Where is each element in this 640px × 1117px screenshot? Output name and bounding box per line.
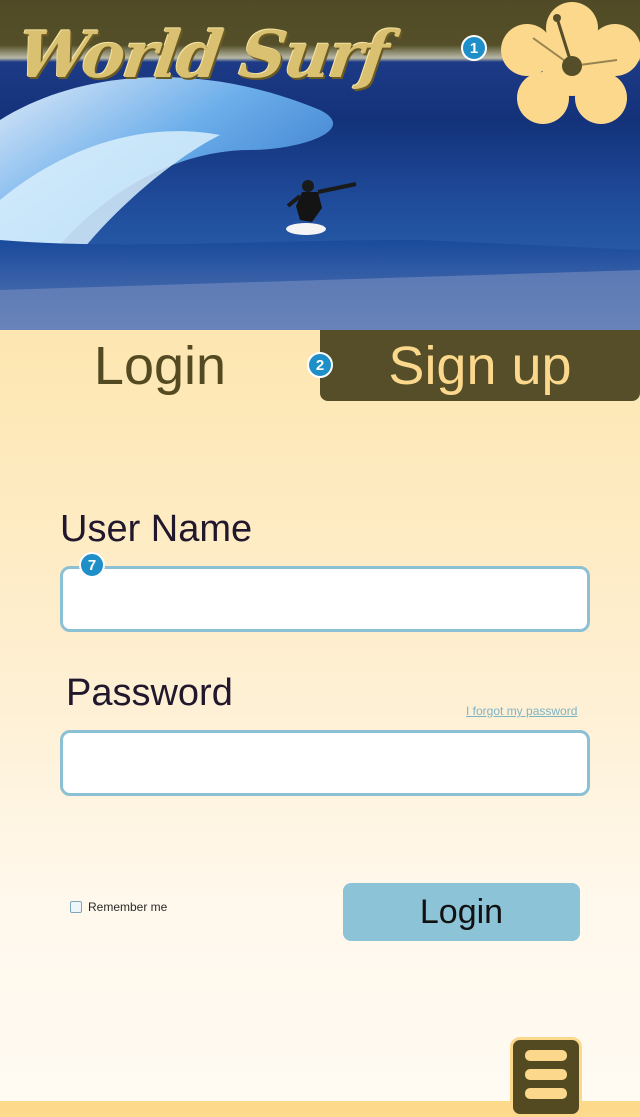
- forgot-password-link[interactable]: I forgot my password: [466, 704, 577, 718]
- world-surf-logo: World Surf: [12, 18, 392, 93]
- surfer-figure: [286, 180, 357, 235]
- remember-me-label: Remember me: [88, 900, 168, 914]
- menu-button[interactable]: [510, 1037, 582, 1117]
- header-banner: World Surf 1: [0, 0, 640, 330]
- hibiscus-icon: [501, 2, 640, 124]
- tab-signup[interactable]: Sign up: [320, 330, 640, 401]
- remember-me-checkbox[interactable]: [70, 901, 82, 913]
- username-input[interactable]: [60, 566, 590, 632]
- password-input[interactable]: [60, 730, 590, 796]
- hamburger-menu-icon: [525, 1050, 567, 1061]
- login-button[interactable]: Login: [343, 883, 580, 941]
- tab-login[interactable]: Login: [0, 330, 320, 402]
- remember-me-row[interactable]: Remember me: [70, 900, 167, 914]
- password-label: Password: [66, 672, 233, 714]
- callout-badge-7: 7: [79, 552, 105, 578]
- callout-badge-2: 2: [307, 352, 333, 378]
- username-label: User Name: [60, 508, 253, 550]
- callout-badge-1: 1: [461, 35, 487, 61]
